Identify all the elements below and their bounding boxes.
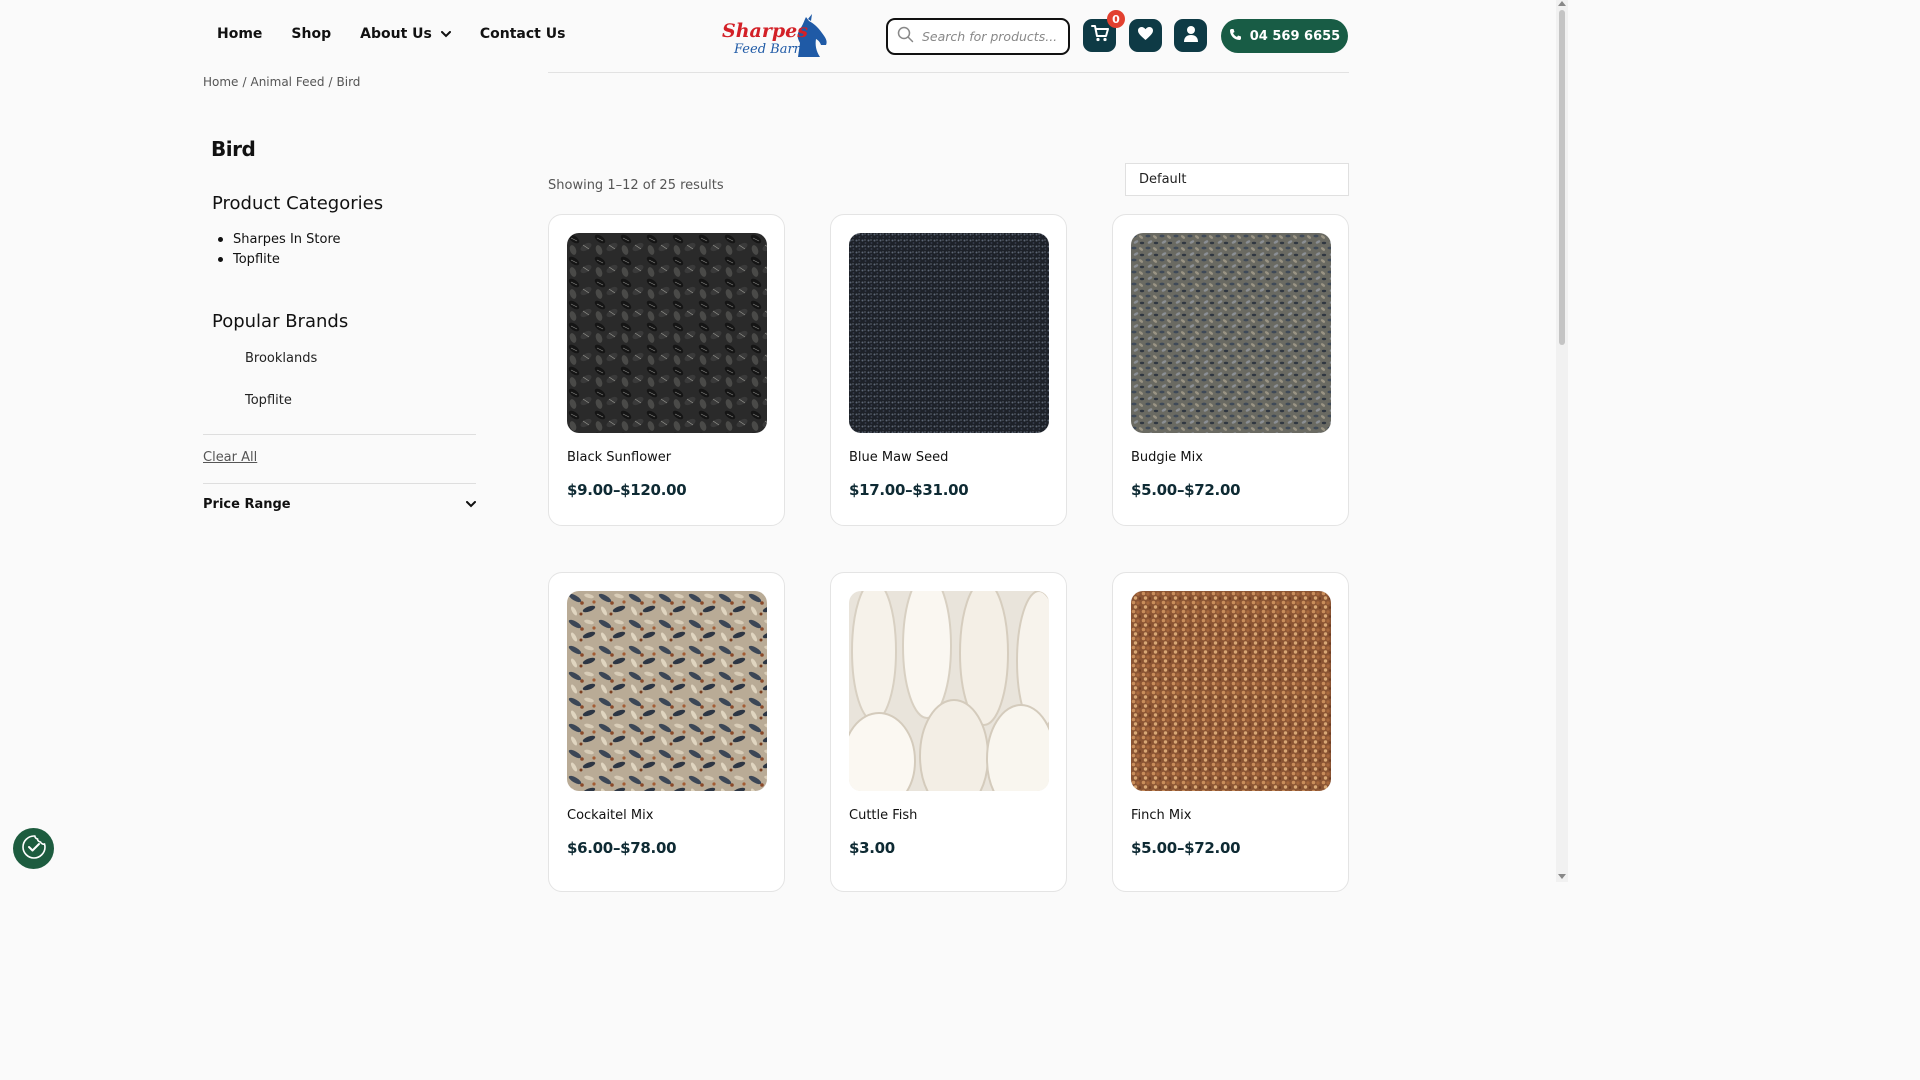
product-card-finch-mix[interactable]: Finch Mix $5.00–$72.00 xyxy=(1112,572,1349,892)
phone-button[interactable]: 04 569 6655 xyxy=(1221,19,1348,53)
nav-shop-label: Shop xyxy=(291,26,332,42)
product-card-black-sunflower[interactable]: Black Sunflower $9.00–$120.00 xyxy=(548,214,785,526)
breadcrumb-home[interactable]: Home xyxy=(203,75,238,89)
category-label: Topflite xyxy=(233,251,280,267)
search-box xyxy=(886,18,1070,55)
breadcrumb-animal-feed[interactable]: Animal Feed xyxy=(250,75,324,89)
brand-item-brooklands[interactable]: Brooklands xyxy=(245,351,317,366)
nav-home[interactable]: Home xyxy=(217,26,262,42)
wishlist-button[interactable] xyxy=(1129,19,1162,52)
bullet xyxy=(218,236,223,242)
phone-number: 04 569 6655 xyxy=(1249,28,1341,44)
nav-home-label: Home xyxy=(217,26,263,42)
phone-icon xyxy=(1229,28,1250,45)
logo-text-line2: Feed Barn xyxy=(733,42,802,57)
cart-count-badge: 0 xyxy=(1107,10,1125,28)
heart-icon xyxy=(1137,26,1154,45)
breadcrumb: Home / Animal Feed / Bird xyxy=(203,75,360,89)
search-input[interactable] xyxy=(922,29,1062,44)
product-price: $6.00–$78.00 xyxy=(567,839,677,857)
product-image-cockaitel-mix[interactable] xyxy=(567,591,767,791)
product-name[interactable]: Blue Maw Seed xyxy=(849,450,948,465)
logo-text-line1: Sharpes xyxy=(722,20,808,42)
search-icon[interactable] xyxy=(897,26,914,47)
category-list: Sharpes In Store Topflite xyxy=(218,229,341,269)
price-range-label: Price Range xyxy=(203,497,291,512)
product-name[interactable]: Black Sunflower xyxy=(567,450,671,465)
breadcrumb-separator: / xyxy=(328,75,333,89)
product-image-finch-mix[interactable] xyxy=(1131,591,1331,791)
category-item[interactable]: Sharpes In Store xyxy=(218,229,341,249)
product-price: $3.00 xyxy=(849,839,895,857)
category-label: Sharpes In Store xyxy=(233,231,341,247)
product-price: $9.00–$120.00 xyxy=(567,481,687,499)
product-name[interactable]: Budgie Mix xyxy=(1131,450,1203,465)
sidebar-divider xyxy=(203,483,476,484)
product-price: $5.00–$72.00 xyxy=(1131,481,1241,499)
product-image-black-sunflower[interactable] xyxy=(567,233,767,433)
site-logo[interactable]: Sharpes Feed Barn xyxy=(720,13,830,59)
cart-icon xyxy=(1090,25,1109,46)
product-image-cuttle-fish[interactable] xyxy=(849,591,1049,791)
nav-shop[interactable]: Shop xyxy=(291,26,331,42)
scrollbar-thumb[interactable] xyxy=(1559,10,1565,345)
header-divider xyxy=(548,72,1349,73)
cart-button[interactable]: 0 xyxy=(1083,10,1125,52)
results-count: Showing 1–12 of 25 results xyxy=(548,178,724,193)
product-image-blue-maw-seed[interactable] xyxy=(849,233,1049,433)
nav-about-us[interactable]: About Us xyxy=(360,26,451,42)
breadcrumb-separator: / xyxy=(242,75,247,89)
bullet xyxy=(218,256,223,262)
chevron-down-icon xyxy=(440,26,451,42)
product-name[interactable]: Finch Mix xyxy=(1131,808,1191,823)
cookie-settings-button[interactable] xyxy=(13,828,54,869)
scroll-up-icon[interactable] xyxy=(1558,1,1566,6)
product-price: $17.00–$31.00 xyxy=(849,481,969,499)
price-range-toggle[interactable]: Price Range xyxy=(203,497,476,512)
product-name[interactable]: Cockaitel Mix xyxy=(567,808,653,823)
product-card-cockaitel-mix[interactable]: Cockaitel Mix $6.00–$78.00 xyxy=(548,572,785,892)
scroll-down-icon[interactable] xyxy=(1558,874,1566,879)
product-price: $5.00–$72.00 xyxy=(1131,839,1241,857)
product-card-budgie-mix[interactable]: Budgie Mix $5.00–$72.00 xyxy=(1112,214,1349,526)
breadcrumb-current: Bird xyxy=(336,75,361,89)
product-name[interactable]: Cuttle Fish xyxy=(849,808,917,823)
product-card-cuttle-fish[interactable]: Cuttle Fish $3.00 xyxy=(830,572,1067,892)
brand-item-topflite[interactable]: Topflite xyxy=(245,393,292,408)
categories-heading: Product Categories xyxy=(212,193,384,214)
page-scrollbar[interactable] xyxy=(1556,0,1568,882)
user-icon xyxy=(1183,25,1199,47)
sort-select[interactable]: Default xyxy=(1125,163,1349,196)
nav-contact-us[interactable]: Contact Us xyxy=(480,26,566,42)
sidebar-divider xyxy=(203,434,476,435)
page-title: Bird xyxy=(211,137,256,161)
account-button[interactable] xyxy=(1174,19,1207,52)
nav-contact-label: Contact Us xyxy=(479,26,566,42)
nav-about-label: About Us xyxy=(360,26,432,42)
chevron-down-icon xyxy=(466,497,476,512)
product-card-blue-maw-seed[interactable]: Blue Maw Seed $17.00–$31.00 xyxy=(830,214,1067,526)
main-nav: Home Shop About Us Contact Us xyxy=(217,26,594,42)
sort-select-value: Default xyxy=(1139,172,1187,187)
brands-heading: Popular Brands xyxy=(212,311,349,332)
clear-all-link[interactable]: Clear All xyxy=(203,450,257,465)
product-image-budgie-mix[interactable] xyxy=(1131,233,1331,433)
cookie-check-icon xyxy=(21,834,47,864)
category-item[interactable]: Topflite xyxy=(218,249,341,269)
